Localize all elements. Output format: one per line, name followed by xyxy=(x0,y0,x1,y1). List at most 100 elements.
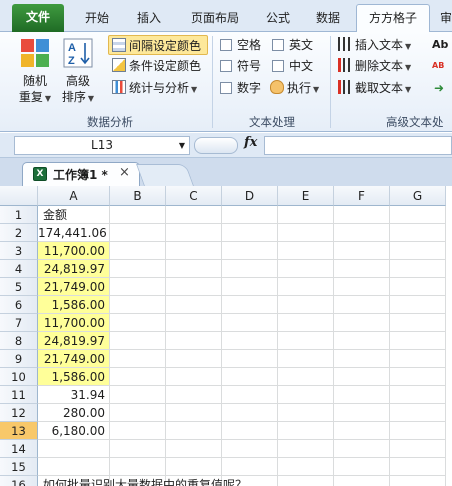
grid-cell[interactable] xyxy=(222,386,278,404)
grid-cell[interactable] xyxy=(390,440,446,458)
grid-cell[interactable] xyxy=(390,296,446,314)
grid-cell[interactable] xyxy=(222,458,278,476)
checkbox-chinese[interactable]: 中文 xyxy=(272,56,313,76)
column-header-d[interactable]: D xyxy=(222,186,278,206)
grid-cell[interactable] xyxy=(278,224,334,242)
row-header[interactable]: 6 xyxy=(0,296,38,314)
grid-cell[interactable] xyxy=(334,404,390,422)
grid-cell[interactable] xyxy=(222,368,278,386)
grid-cell[interactable]: 21,749.00 xyxy=(38,278,110,296)
column-header-f[interactable]: F xyxy=(334,186,390,206)
grid-cell[interactable] xyxy=(222,224,278,242)
grid-cell[interactable] xyxy=(166,332,222,350)
column-header-a[interactable]: A xyxy=(38,186,110,206)
grid-cell[interactable] xyxy=(110,278,166,296)
row-header[interactable]: 9 xyxy=(0,350,38,368)
grid-cell[interactable] xyxy=(278,206,334,224)
tab-home[interactable]: 开始 xyxy=(72,5,122,32)
name-box[interactable]: L13 ▼ xyxy=(14,136,190,155)
grid-cell[interactable] xyxy=(222,350,278,368)
checkbox-symbol[interactable]: 符号 xyxy=(220,56,261,76)
advanced-sort-button[interactable]: A Z 高级 排序 ▼ xyxy=(60,38,96,107)
grid-cell[interactable] xyxy=(110,206,166,224)
row-header[interactable]: 13 xyxy=(0,422,38,440)
grid-cell[interactable] xyxy=(278,296,334,314)
grid-cell[interactable]: 11,700.00 xyxy=(38,242,110,260)
grid-cell[interactable]: 31.94 xyxy=(38,386,110,404)
column-header-c[interactable]: C xyxy=(166,186,222,206)
tab-page-layout[interactable]: 页面布局 xyxy=(178,5,252,32)
chevron-down-icon[interactable]: ▼ xyxy=(179,137,185,154)
grid-cell[interactable] xyxy=(110,368,166,386)
workbook-tab[interactable]: X 工作簿1 * × xyxy=(22,162,140,186)
column-header-b[interactable]: B xyxy=(110,186,166,206)
grid-cell[interactable] xyxy=(222,278,278,296)
checkbox-box[interactable] xyxy=(220,82,232,94)
column-header-e[interactable]: E xyxy=(278,186,334,206)
grid-cell[interactable] xyxy=(222,332,278,350)
grid-cell[interactable] xyxy=(390,368,446,386)
grid-cell[interactable]: 6,180.00 xyxy=(38,422,110,440)
grid-cell[interactable] xyxy=(278,458,334,476)
grid-cell[interactable] xyxy=(334,332,390,350)
checkbox-box[interactable] xyxy=(272,39,284,51)
grid-cell[interactable] xyxy=(222,440,278,458)
grid-cell[interactable]: 1,586.00 xyxy=(38,368,110,386)
grid-cell[interactable] xyxy=(222,296,278,314)
row-header[interactable]: 15 xyxy=(0,458,38,476)
grid-cell[interactable] xyxy=(278,278,334,296)
arrow-right-icon[interactable]: ➜ xyxy=(434,78,444,98)
grid-cell[interactable] xyxy=(334,458,390,476)
grid-cell[interactable]: 174,441.06 xyxy=(38,224,110,242)
grid-cell[interactable] xyxy=(390,260,446,278)
grid-cell[interactable] xyxy=(222,314,278,332)
grid-cell[interactable]: 280.00 xyxy=(38,404,110,422)
grid-cell[interactable] xyxy=(278,404,334,422)
grid-cell[interactable] xyxy=(334,314,390,332)
grid-cell[interactable] xyxy=(390,224,446,242)
grid-cell[interactable] xyxy=(110,332,166,350)
grid-cell[interactable] xyxy=(390,476,446,486)
close-icon[interactable]: × xyxy=(119,165,130,180)
grid-cell[interactable] xyxy=(334,260,390,278)
extract-text-button[interactable]: 截取文本 ▼ xyxy=(338,78,411,98)
row-header[interactable]: 12 xyxy=(0,404,38,422)
grid-cell[interactable] xyxy=(334,296,390,314)
checkbox-space[interactable]: 空格 xyxy=(220,35,261,55)
checkbox-box[interactable] xyxy=(272,60,284,72)
grid-cell[interactable] xyxy=(278,260,334,278)
grid-cell[interactable] xyxy=(390,458,446,476)
grid-cell[interactable] xyxy=(166,368,222,386)
tab-insert[interactable]: 插入 xyxy=(124,5,174,32)
grid-cell[interactable] xyxy=(110,350,166,368)
grid-cell[interactable] xyxy=(110,224,166,242)
grid-cell[interactable] xyxy=(334,440,390,458)
row-header[interactable]: 1 xyxy=(0,206,38,224)
grid-cell[interactable] xyxy=(110,440,166,458)
grid-cell[interactable] xyxy=(334,386,390,404)
tab-data[interactable]: 数据 xyxy=(304,5,352,32)
grid-cell[interactable] xyxy=(166,242,222,260)
row-header[interactable]: 7 xyxy=(0,314,38,332)
grid-cell[interactable] xyxy=(278,314,334,332)
row-header[interactable]: 5 xyxy=(0,278,38,296)
tab-review[interactable]: 审 xyxy=(434,5,452,32)
grid-cell[interactable] xyxy=(166,260,222,278)
row-header[interactable]: 11 xyxy=(0,386,38,404)
grid-cell[interactable] xyxy=(390,422,446,440)
grid-cell[interactable]: 24,819.97 xyxy=(38,260,110,278)
grid-cell[interactable] xyxy=(110,314,166,332)
grid-cell[interactable] xyxy=(334,242,390,260)
grid-cell[interactable] xyxy=(390,404,446,422)
grid-cell[interactable] xyxy=(278,476,334,486)
grid-cell[interactable] xyxy=(222,206,278,224)
grid-cell[interactable] xyxy=(222,422,278,440)
grid-cell[interactable] xyxy=(334,350,390,368)
grid-cell[interactable] xyxy=(334,368,390,386)
grid-cell[interactable] xyxy=(110,242,166,260)
ab-upper-button[interactable]: AB xyxy=(432,56,444,76)
grid-cell[interactable] xyxy=(38,440,110,458)
grid-cell[interactable] xyxy=(166,440,222,458)
grid-cell[interactable]: 11,700.00 xyxy=(38,314,110,332)
grid-cell[interactable] xyxy=(166,350,222,368)
